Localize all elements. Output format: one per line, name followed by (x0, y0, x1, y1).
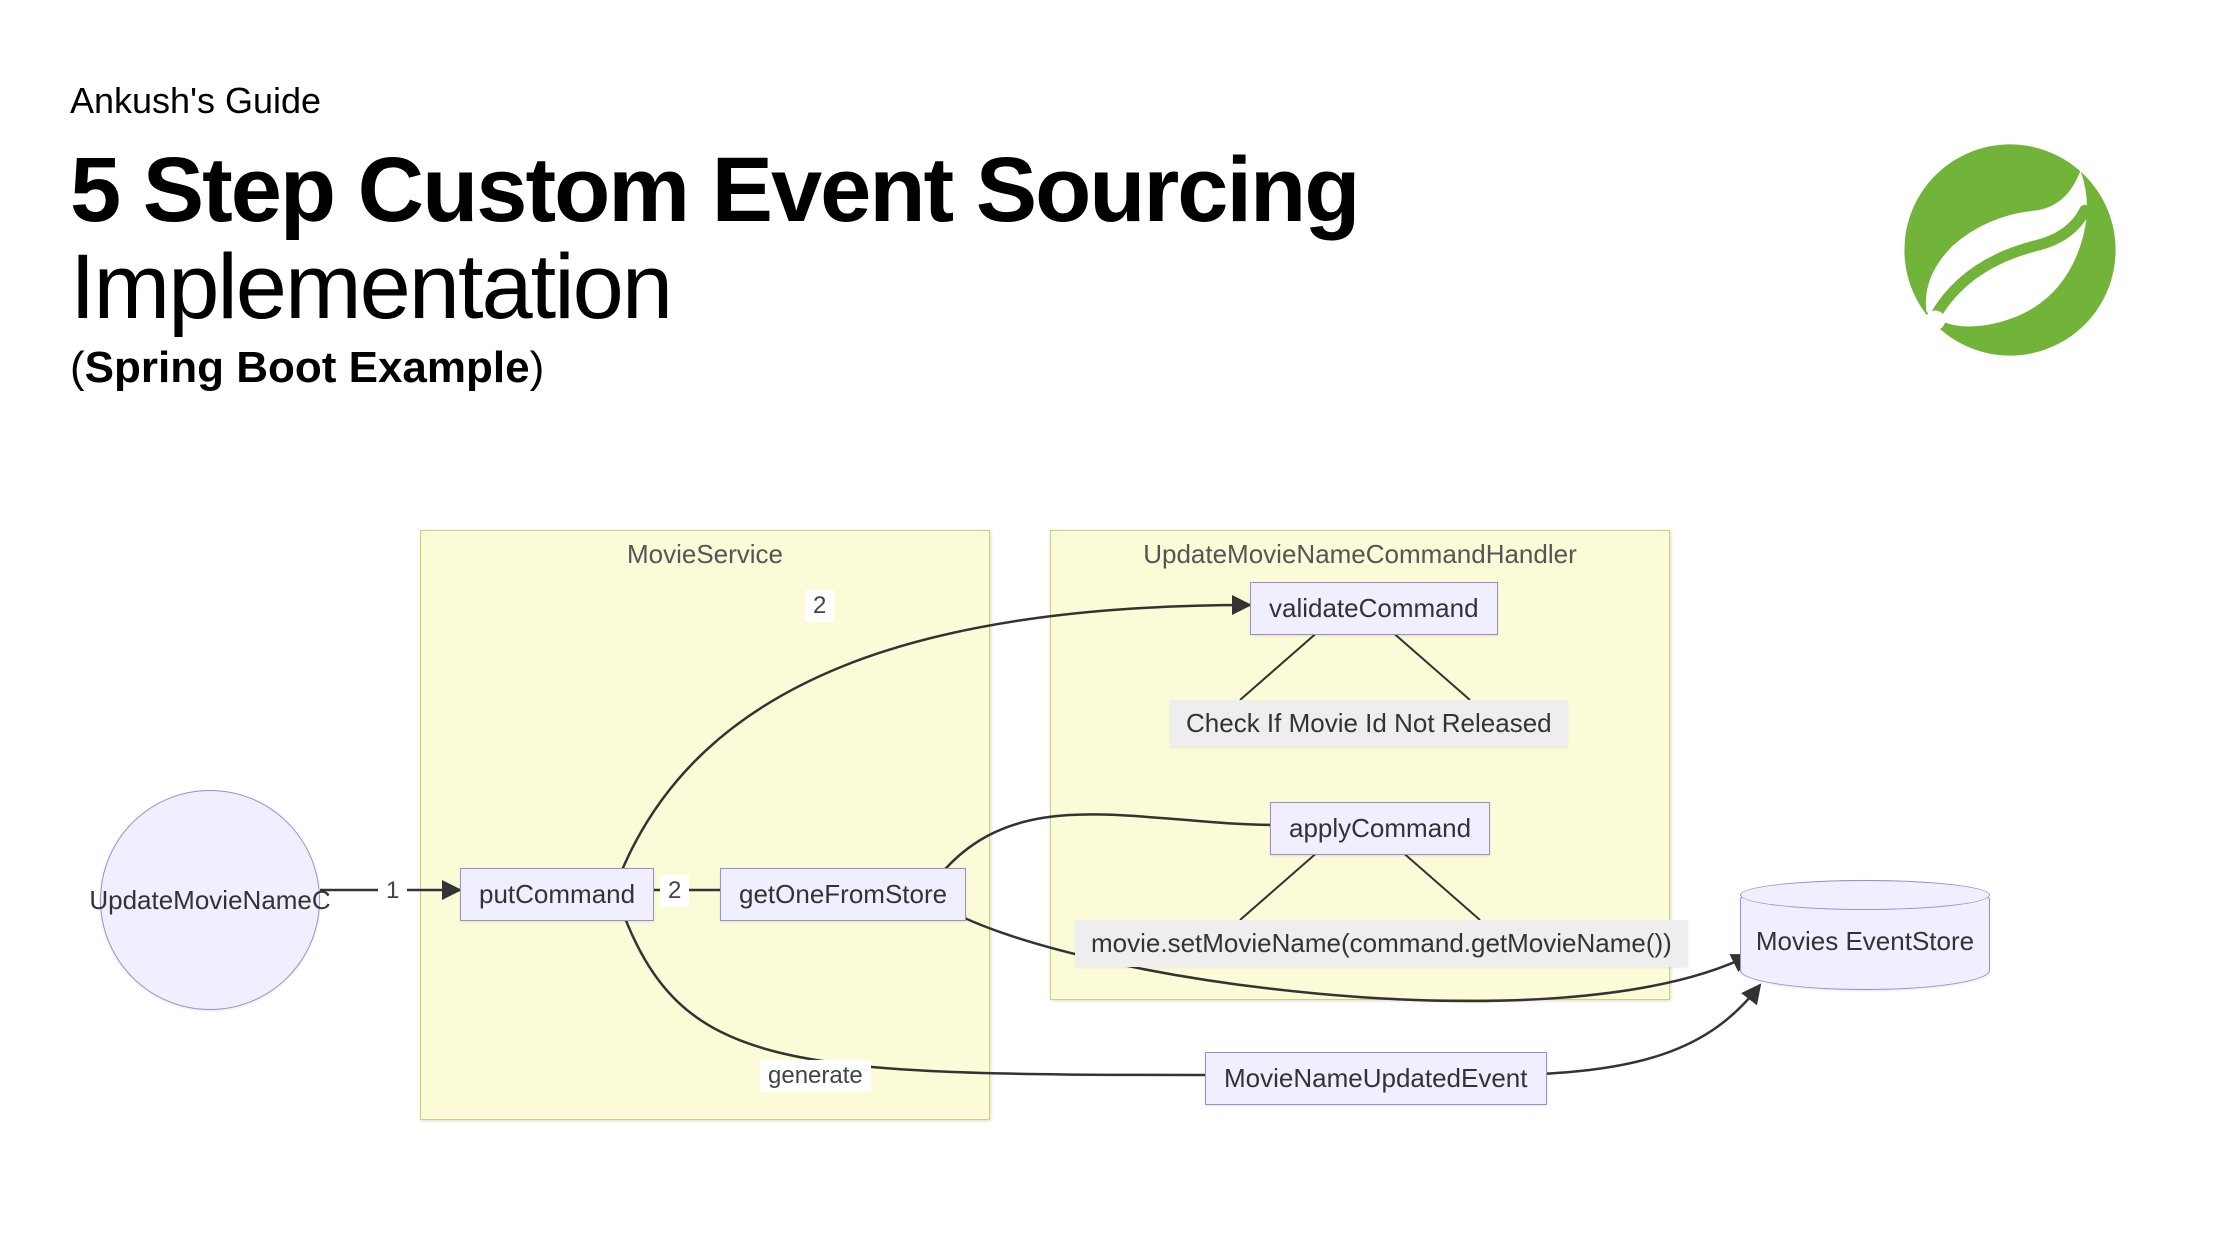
spring-logo-icon (1900, 140, 2120, 360)
header-block: Ankush's Guide 5 Step Custom Event Sourc… (70, 80, 1358, 393)
node-put-command-label: putCommand (479, 879, 635, 910)
title-light: Implementation (70, 239, 1358, 336)
node-check-label: Check If Movie Id Not Released (1186, 708, 1552, 739)
node-store-cylinder: Movies EventStore (1740, 880, 1990, 990)
subtitle-open: ( (70, 343, 85, 392)
group-movie-service: MovieService (420, 530, 990, 1120)
node-store-label: Movies EventStore (1756, 926, 1974, 957)
edge-label-generate: generate (760, 1060, 871, 1092)
node-event-label: MovieNameUpdatedEvent (1224, 1063, 1528, 1094)
edge-label-2b: 2 (660, 875, 689, 907)
node-get-one: getOneFromStore (720, 868, 966, 921)
subtitle-bold: Spring Boot Example (85, 343, 530, 392)
node-start-label: UpdateMovieNameC (89, 885, 330, 916)
edge-label-2a: 2 (805, 590, 834, 622)
edge-label-1: 1 (378, 875, 407, 907)
node-apply: applyCommand (1270, 802, 1490, 855)
diagram-canvas: MovieService UpdateMovieNameCommandHandl… (60, 530, 2160, 1210)
title-bold: 5 Step Custom Event Sourcing (70, 142, 1358, 239)
node-event: MovieNameUpdatedEvent (1205, 1052, 1547, 1105)
node-apply-label: applyCommand (1289, 813, 1471, 844)
subtitle-close: ) (530, 343, 545, 392)
group-title-handler: UpdateMovieNameCommandHandler (1051, 539, 1669, 570)
node-put-command: putCommand (460, 868, 654, 921)
node-validate-label: validateCommand (1269, 593, 1479, 624)
node-get-one-label: getOneFromStore (739, 879, 947, 910)
subtitle: (Spring Boot Example) (70, 343, 1358, 393)
guide-label: Ankush's Guide (70, 80, 1358, 122)
node-set-name-label: movie.setMovieName(command.getMovieName(… (1091, 928, 1672, 959)
node-validate: validateCommand (1250, 582, 1498, 635)
node-check-text: Check If Movie Id Not Released (1170, 700, 1568, 747)
node-set-name: movie.setMovieName(command.getMovieName(… (1075, 920, 1688, 967)
group-title-movie-service: MovieService (421, 539, 989, 570)
node-start-circle: UpdateMovieNameC (100, 790, 320, 1010)
